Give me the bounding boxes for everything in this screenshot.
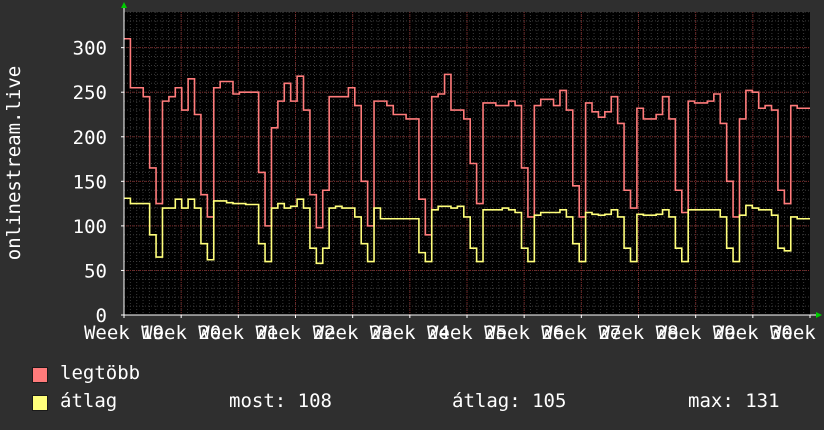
y-tick-label: 200 xyxy=(73,127,107,149)
y-tick-label: 300 xyxy=(73,38,107,60)
legend-swatch-avg xyxy=(32,395,48,411)
x-tick-labels: Week 19Week 20Week 21Week 22Week 23Week … xyxy=(84,322,824,344)
legend-label-max: legtöbb xyxy=(60,362,141,384)
y-axis-label: onlinestream.live xyxy=(1,0,27,325)
stat-average: átlag: 105 xyxy=(452,390,567,412)
legend-label-avg: átlag xyxy=(60,390,118,412)
y-tick-label: 250 xyxy=(73,82,107,104)
y-tick-label: 150 xyxy=(73,171,107,193)
y-tick-label: 50 xyxy=(84,260,107,282)
y-axis-label-text: onlinestream.live xyxy=(3,65,25,260)
legend-swatch-max xyxy=(32,367,48,383)
x-tick-label: Week 31 xyxy=(770,322,824,344)
y-tick-label: 100 xyxy=(73,216,107,238)
stat-maximum: max: 131 xyxy=(688,390,780,412)
stat-current: most: 108 xyxy=(229,390,332,412)
